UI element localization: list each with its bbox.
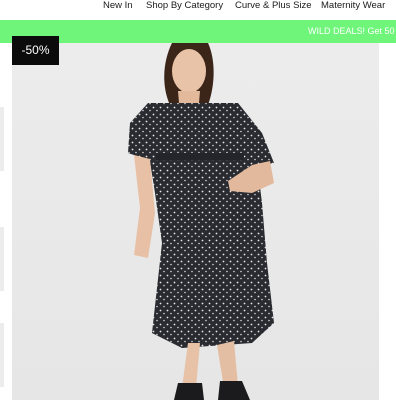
promo-text: WILD DEALS! Get 50 — [308, 26, 395, 36]
nav-item-new-in[interactable]: New In — [103, 0, 133, 11]
thumbnail[interactable] — [0, 323, 4, 387]
top-navigation: New In Shop By Category Curve & Plus Siz… — [0, 0, 396, 20]
nav-item-maternity-wear[interactable]: Maternity Wear — [321, 0, 385, 11]
product-photo-icon — [12, 43, 379, 400]
promo-banner[interactable]: WILD DEALS! Get 50 — [0, 20, 396, 43]
nav-item-shop-by-category[interactable]: Shop By Category — [146, 0, 223, 11]
discount-badge: -50% — [12, 36, 59, 65]
nav-item-curve-plus-size[interactable]: Curve & Plus Size — [235, 0, 312, 11]
thumbnail[interactable] — [0, 227, 4, 291]
right-gutter — [379, 43, 396, 400]
product-image[interactable] — [12, 43, 379, 400]
thumbnail[interactable] — [0, 107, 4, 171]
thumbnail-strip — [0, 43, 9, 400]
